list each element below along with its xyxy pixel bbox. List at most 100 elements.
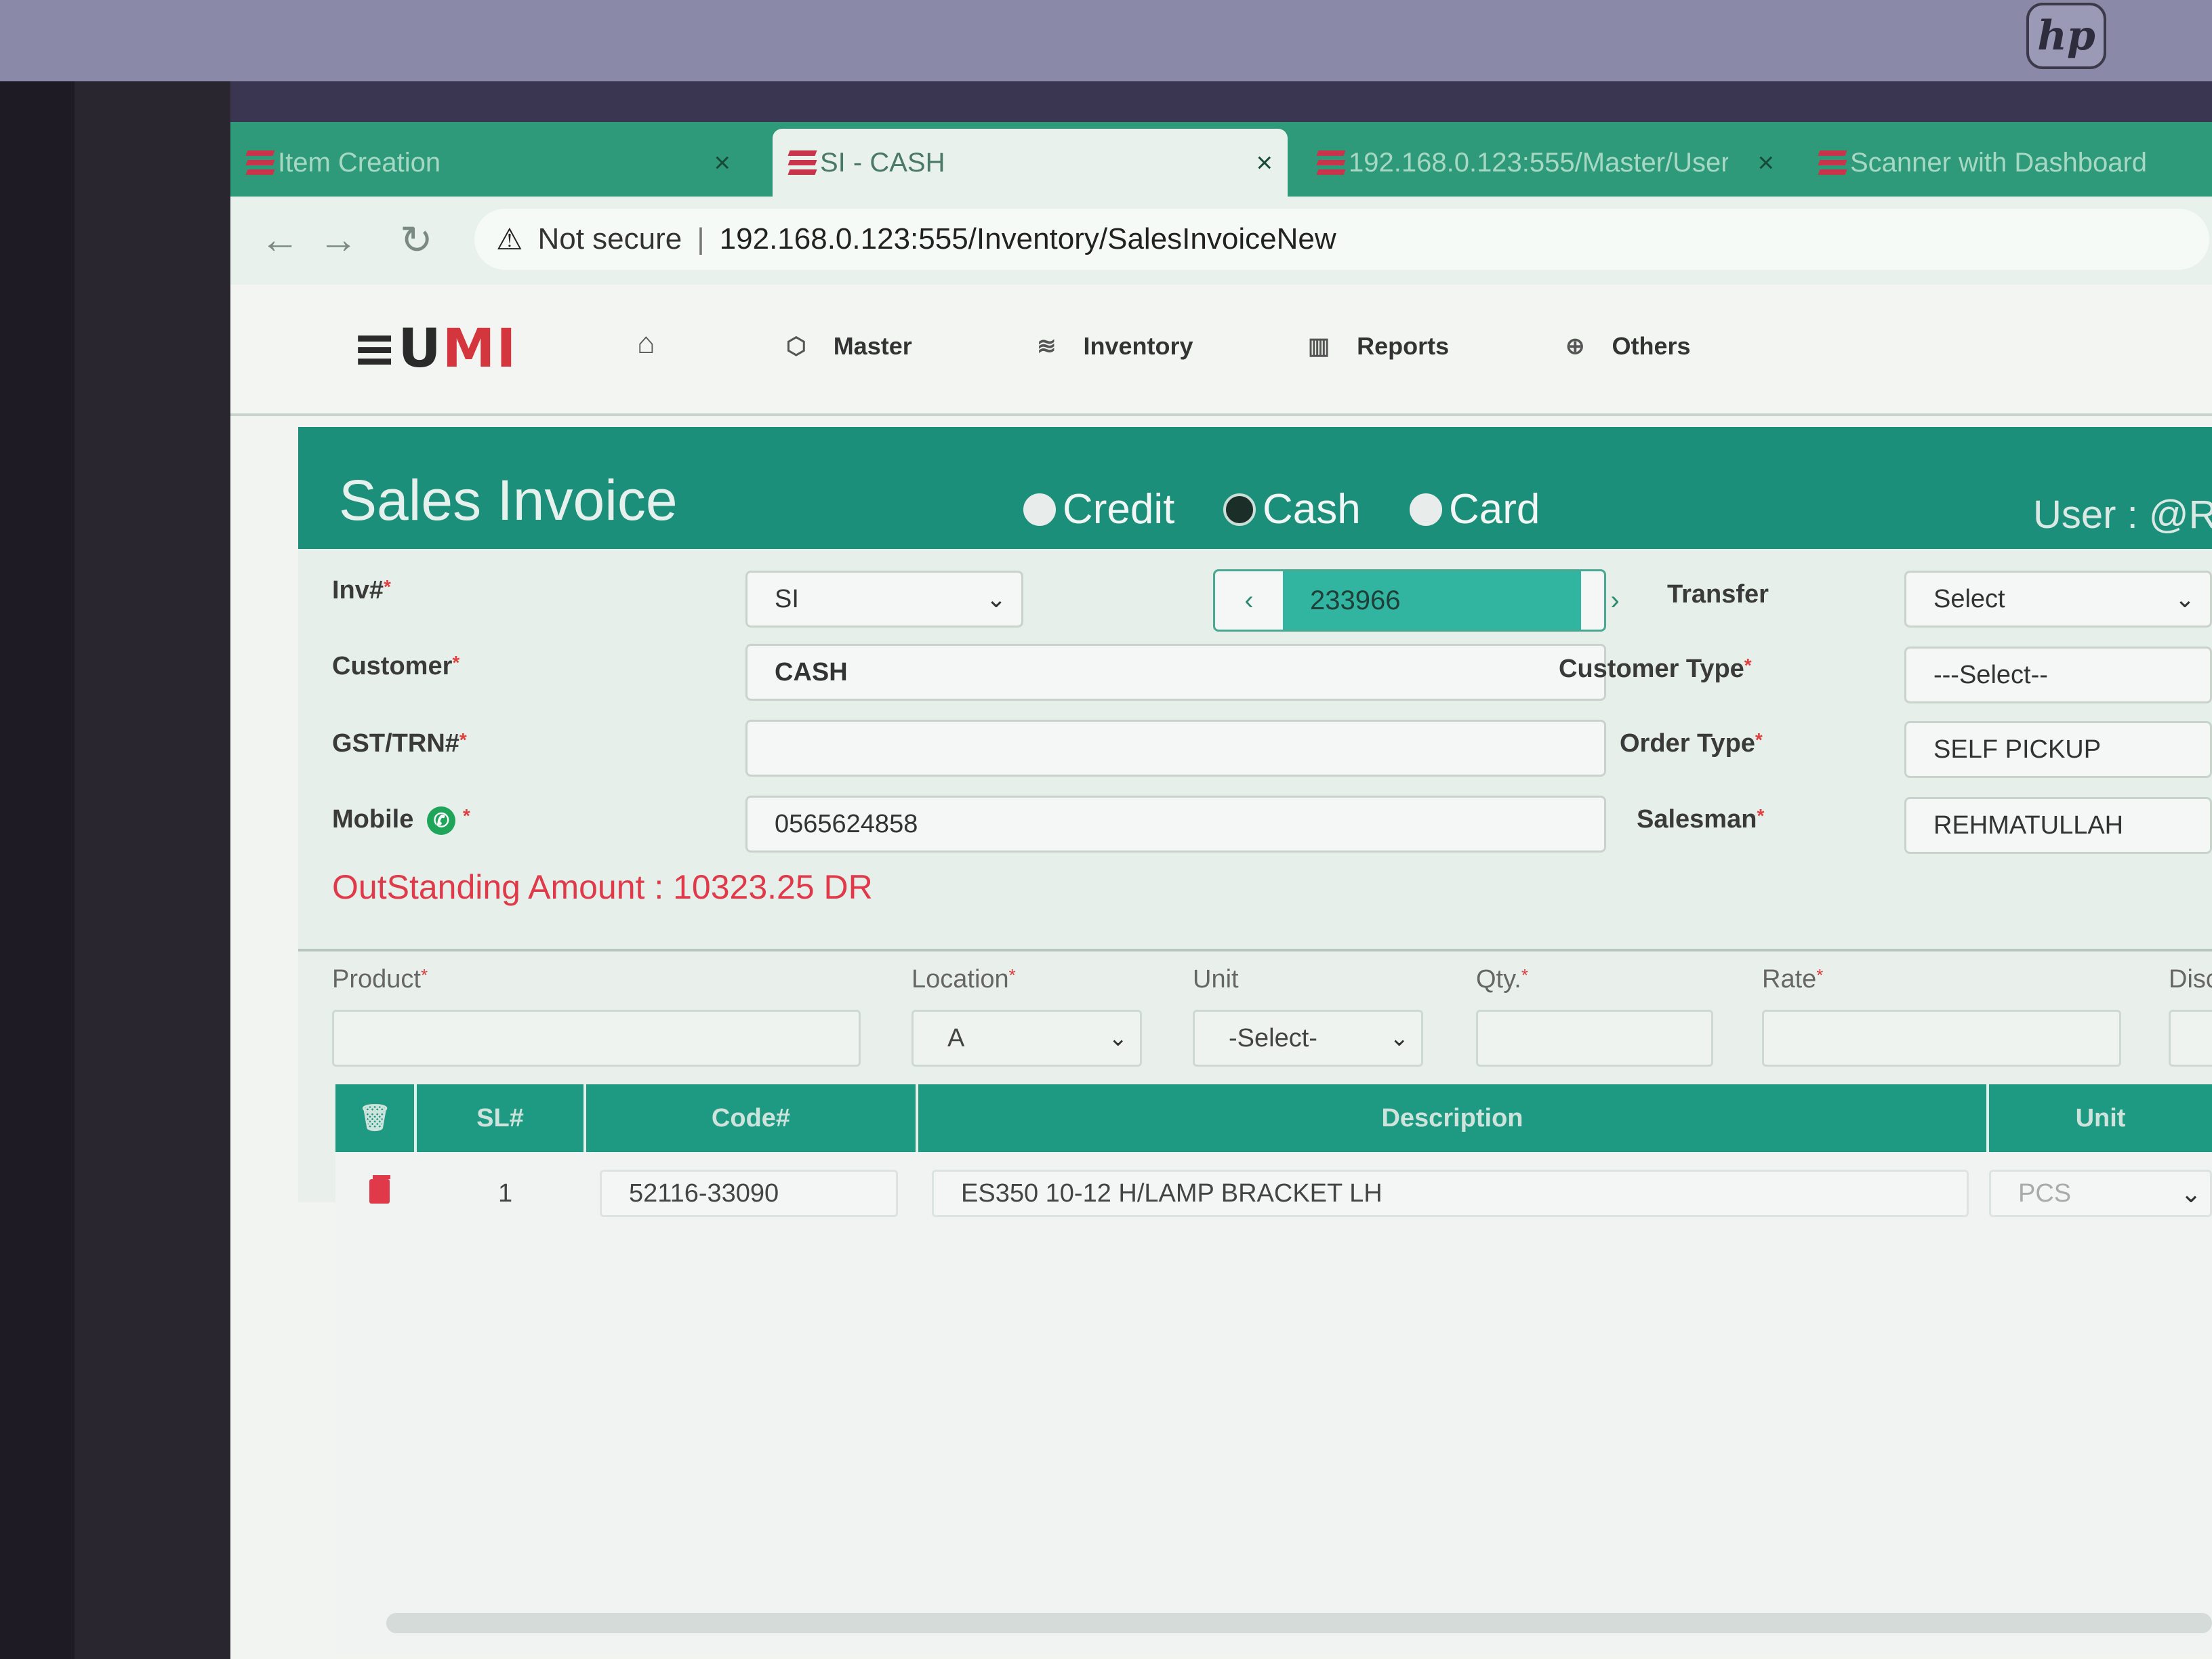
app-favicon-icon <box>1316 150 1346 175</box>
nav-master[interactable]: ⬡ Master <box>786 332 912 361</box>
disc-input[interactable] <box>2169 1010 2212 1067</box>
chevron-down-icon: ⌄ <box>2174 585 2195 613</box>
label-text: Customer Type <box>1559 655 1744 683</box>
unit-select[interactable]: -Select- ⌄ <box>1193 1010 1423 1067</box>
required-mark: * <box>1744 655 1752 676</box>
url-input[interactable]: ⚠ Not secure | 192.168.0.123:555/Invento… <box>474 209 2209 270</box>
label-text: Unit <box>1193 965 1239 994</box>
company-logo[interactable]: ≡UMI <box>352 319 517 380</box>
logo-text-red: MI <box>442 319 518 380</box>
inv-label: Inv#* <box>332 576 391 605</box>
back-arrow-icon[interactable]: ← <box>260 217 300 262</box>
label-text: Transfer <box>1667 580 1769 609</box>
gst-input[interactable] <box>745 720 1606 777</box>
address-bar: ← → ↻ ⚠ Not secure | 192.168.0.123:555/I… <box>230 197 2212 285</box>
chevron-down-icon: ⌄ <box>2180 1179 2202 1208</box>
column-header-description: Description <box>918 1084 1989 1152</box>
label-text: GST/TRN# <box>332 729 459 758</box>
radio-cash[interactable]: Cash <box>1223 485 1361 533</box>
select-value: -Select- <box>1229 1023 1317 1052</box>
chevron-down-icon: ⌄ <box>985 585 1006 613</box>
order-type-select[interactable]: SELF PICKUP <box>1904 721 2212 778</box>
select-value: SELF PICKUP <box>1933 735 2102 764</box>
radio-indicator <box>1410 493 1442 526</box>
column-header-sl: SL# <box>417 1084 586 1152</box>
forward-arrow-icon[interactable]: → <box>319 217 358 262</box>
required-mark: * <box>459 729 467 750</box>
salesman-select[interactable]: REHMATULLAH <box>1904 797 2212 854</box>
browser-window: Item Creation × SI - CASH × 192.168.0.12… <box>230 122 2212 1659</box>
required-mark: * <box>452 652 460 673</box>
tab-title: 192.168.0.123:555/Master/User... <box>1349 147 1728 178</box>
radio-card[interactable]: Card <box>1410 485 1540 533</box>
inv-prefix-select[interactable]: SI ⌄ <box>745 571 1023 628</box>
field-value: 0565624858 <box>775 809 918 838</box>
tab-master-user[interactable]: 192.168.0.123:555/Master/User... × <box>1301 129 1789 197</box>
field-value: CASH <box>775 657 848 687</box>
product-input[interactable] <box>332 1010 861 1067</box>
transfer-select[interactable]: Select ⌄ <box>1904 571 2212 628</box>
inv-number-input[interactable]: 233966 <box>1283 571 1581 630</box>
select-value: REHMATULLAH <box>1933 811 2124 840</box>
required-mark: * <box>1521 965 1528 985</box>
mobile-input[interactable]: 0565624858 <box>745 796 1606 853</box>
location-label: Location* <box>912 965 1016 994</box>
required-mark: * <box>420 965 428 985</box>
cell-value: ES350 10-12 H/LAMP BRACKET LH <box>961 1179 1382 1208</box>
radio-indicator <box>1223 493 1256 526</box>
customer-input[interactable]: CASH <box>745 644 1606 701</box>
row-unit-select[interactable]: PCS ⌄ <box>1989 1170 2212 1217</box>
transfer-label: Transfer <box>1667 580 1769 609</box>
tab-item-creation[interactable]: Item Creation × <box>230 129 745 197</box>
radio-label: Cash <box>1263 486 1361 533</box>
app-navbar: ≡UMI ⌂ ⬡ Master ≋ Inventory ▥ Reports ⊕ … <box>230 285 2212 416</box>
location-select[interactable]: A ⌄ <box>912 1010 1142 1067</box>
required-mark: * <box>1816 965 1824 985</box>
close-icon[interactable]: × <box>1757 146 1774 179</box>
tab-title: SI - CASH <box>820 147 945 178</box>
row-code-input[interactable]: 52116-33090 <box>600 1170 898 1217</box>
logo-text-dark: ≡U <box>352 319 443 380</box>
radio-credit[interactable]: Credit <box>1023 485 1174 533</box>
cube-icon: ⬡ <box>786 333 806 359</box>
app-favicon-icon <box>245 150 275 175</box>
bar-chart-icon: ▥ <box>1308 333 1330 359</box>
required-mark: * <box>462 805 470 826</box>
inv-number-stepper: ‹ 233966 › <box>1213 569 1620 632</box>
customer-type-select[interactable]: ---Select-- <box>1904 647 2212 703</box>
cell-value: 52116-33090 <box>629 1179 779 1208</box>
home-icon[interactable]: ⌂ <box>637 327 655 361</box>
trash-icon: 🗑 <box>358 1104 392 1132</box>
nav-inventory[interactable]: ≋ Inventory <box>1037 332 1193 361</box>
label-text: Customer <box>332 652 453 680</box>
horizontal-scrollbar[interactable] <box>386 1613 2212 1633</box>
chevron-right-icon[interactable]: › <box>1581 571 1649 630</box>
items-table-body: 1 52116-33090 ES350 10-12 H/LAMP BRACKET… <box>335 1152 2212 1654</box>
label-text: Mobile <box>332 805 414 834</box>
nav-label: Master <box>833 332 912 360</box>
nav-reports[interactable]: ▥ Reports <box>1308 332 1449 361</box>
select-value: SI <box>775 584 799 613</box>
nav-label: Inventory <box>1083 332 1193 360</box>
label-text: Location <box>912 965 1009 994</box>
tab-scanner-dashboard[interactable]: Scanner with Dashboard <box>1803 129 2209 197</box>
label-text: Inv# <box>332 576 384 605</box>
column-header-unit: Unit <box>2075 1104 2126 1132</box>
qty-input[interactable] <box>1476 1010 1713 1067</box>
label-text: Disc <box>2169 965 2212 994</box>
app-favicon-icon <box>1818 150 1847 175</box>
required-mark: * <box>1008 965 1016 985</box>
tab-si-cash[interactable]: SI - CASH × <box>773 129 1288 197</box>
close-icon[interactable]: × <box>1256 146 1273 179</box>
trash-icon[interactable] <box>369 1179 390 1204</box>
order-type-label: Order Type* <box>1620 729 1763 758</box>
rate-input[interactable] <box>1762 1010 2121 1067</box>
row-description-input[interactable]: ES350 10-12 H/LAMP BRACKET LH <box>932 1170 1969 1217</box>
reload-icon[interactable]: ↻ <box>400 217 433 263</box>
chevron-down-icon: ⌄ <box>1389 1025 1410 1051</box>
nav-others[interactable]: ⊕ Others <box>1565 332 1691 361</box>
security-label[interactable]: Not secure <box>537 222 682 256</box>
chevron-left-icon[interactable]: ‹ <box>1215 571 1283 630</box>
close-icon[interactable]: × <box>714 146 731 179</box>
radio-label: Card <box>1449 486 1540 533</box>
